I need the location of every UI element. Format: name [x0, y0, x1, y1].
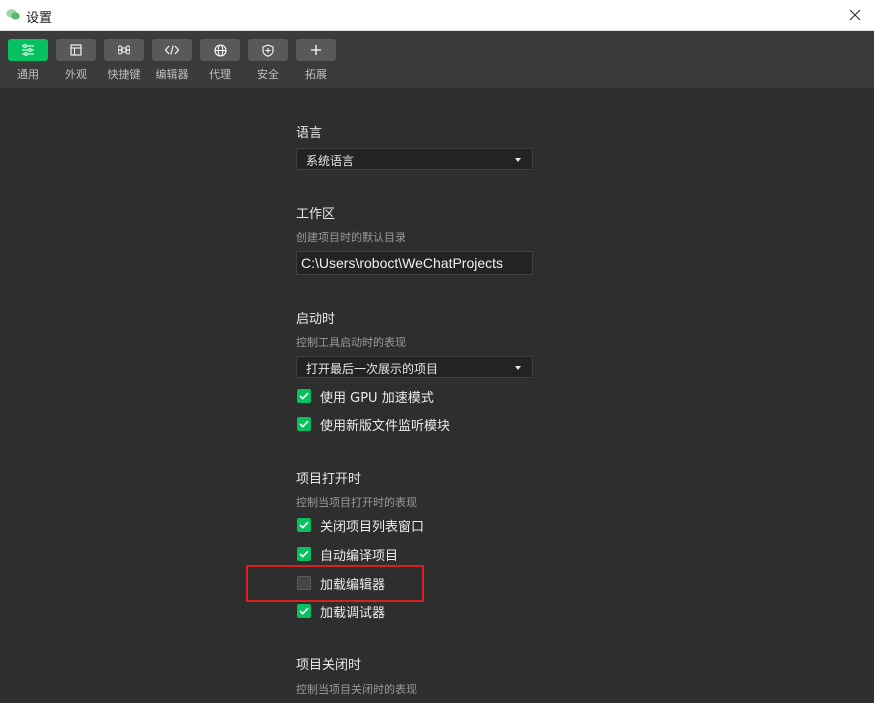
- project-close-desc: 控制当项目关闭时的表现: [296, 683, 417, 696]
- project-close-title: 项目关闭时: [296, 658, 362, 673]
- auto-compile-label: 自动编译项目: [320, 548, 399, 564]
- language-select[interactable]: 系统语言: [296, 148, 533, 170]
- startup-select-value: 打开最后一次展示的项目: [306, 362, 439, 376]
- checkmark-icon: [299, 550, 309, 558]
- tab-appearance[interactable]: 外观: [56, 39, 96, 85]
- load-editor-option[interactable]: 加载编辑器: [297, 574, 386, 593]
- tab-security-label: 安全: [257, 68, 279, 81]
- workspace-desc: 创建项目时的默认目录: [296, 231, 406, 244]
- checkmark-icon: [299, 521, 309, 529]
- workspace-title: 工作区: [296, 207, 336, 222]
- code-icon: [164, 45, 180, 55]
- load-debugger-option[interactable]: 加载调试器: [297, 602, 386, 621]
- window-icon: [70, 44, 82, 56]
- language-select-value: 系统语言: [306, 154, 355, 168]
- tab-shortcuts-button[interactable]: [104, 39, 144, 61]
- auto-compile-checkbox[interactable]: [297, 547, 311, 561]
- tab-shortcuts-label: 快捷键: [107, 68, 141, 81]
- tab-proxy-label: 代理: [209, 68, 231, 81]
- command-key-icon: [118, 45, 130, 55]
- title-bar: 设置: [0, 0, 874, 31]
- tab-extensions[interactable]: 拓展: [296, 39, 336, 85]
- window-title: 设置: [26, 11, 53, 26]
- tab-general[interactable]: 通用: [8, 39, 48, 85]
- settings-toolbar: 通用 外观 快捷键 编辑器 代理 安全 拓展: [0, 31, 874, 88]
- tab-extensions-button[interactable]: [296, 39, 336, 61]
- plus-icon: [311, 45, 321, 55]
- gpu-acceleration-label: 使用 GPU 加速模式: [320, 390, 434, 406]
- new-file-watcher-checkbox[interactable]: [297, 417, 311, 431]
- tab-editor-label: 编辑器: [155, 68, 189, 81]
- startup-title: 启动时: [296, 312, 336, 327]
- shield-icon: [262, 43, 274, 57]
- auto-compile-option[interactable]: 自动编译项目: [297, 545, 399, 564]
- wechat-devtools-logo-icon: [6, 9, 20, 20]
- tab-editor-button[interactable]: [152, 39, 192, 61]
- tab-shortcuts[interactable]: 快捷键: [104, 39, 144, 85]
- tab-security[interactable]: 安全: [248, 39, 288, 85]
- sliders-icon: [22, 44, 34, 56]
- close-window-button[interactable]: [844, 5, 866, 25]
- load-editor-label: 加载编辑器: [320, 577, 386, 593]
- load-editor-checkbox[interactable]: [297, 576, 311, 590]
- caret-down-icon: [515, 366, 521, 370]
- gpu-acceleration-option[interactable]: 使用 GPU 加速模式: [297, 387, 434, 406]
- tab-appearance-button[interactable]: [56, 39, 96, 61]
- checkmark-icon: [299, 420, 309, 428]
- tab-appearance-label: 外观: [65, 68, 87, 81]
- project-open-title: 项目打开时: [296, 472, 362, 487]
- tab-general-button[interactable]: [8, 39, 48, 61]
- tab-security-button[interactable]: [248, 39, 288, 61]
- close-project-list-label: 关闭项目列表窗口: [320, 519, 425, 535]
- close-project-list-option[interactable]: 关闭项目列表窗口: [297, 516, 425, 535]
- new-file-watcher-label: 使用新版文件监听模块: [320, 418, 451, 434]
- tab-proxy-button[interactable]: [200, 39, 240, 61]
- tab-extensions-label: 拓展: [305, 68, 327, 81]
- workspace-path-input[interactable]: [296, 251, 533, 275]
- load-debugger-label: 加载调试器: [320, 605, 386, 621]
- language-title: 语言: [296, 126, 323, 141]
- close-project-list-checkbox[interactable]: [297, 518, 311, 532]
- startup-desc: 控制工具启动时的表现: [296, 336, 406, 349]
- tab-editor[interactable]: 编辑器: [152, 39, 192, 85]
- close-icon: [849, 9, 861, 21]
- globe-icon: [213, 43, 227, 57]
- tab-general-label: 通用: [17, 68, 39, 81]
- load-debugger-checkbox[interactable]: [297, 604, 311, 618]
- caret-down-icon: [515, 158, 521, 162]
- gpu-acceleration-checkbox[interactable]: [297, 389, 311, 403]
- tab-proxy[interactable]: 代理: [200, 39, 240, 85]
- startup-select[interactable]: 打开最后一次展示的项目: [296, 356, 533, 378]
- checkmark-icon: [299, 607, 309, 615]
- project-open-desc: 控制当项目打开时的表现: [296, 496, 417, 509]
- checkmark-icon: [299, 392, 309, 400]
- new-file-watcher-option[interactable]: 使用新版文件监听模块: [297, 415, 451, 434]
